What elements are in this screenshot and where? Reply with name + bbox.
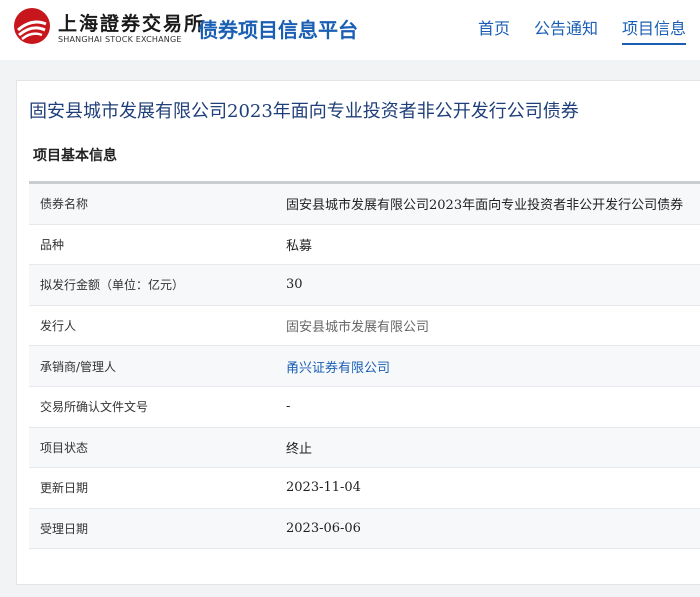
project-title: 固安县城市发展有限公司2023年面向专业投资者非公开发行公司债券 bbox=[29, 101, 579, 122]
accept-date-value: 2023-06-06 bbox=[286, 521, 361, 537]
issuer-value: 固安县城市发展有限公司 bbox=[286, 320, 430, 336]
info-table: 债券名称 固安县城市发展有限公司2023年面向专业投资者非公开发行公司债券 品种… bbox=[29, 181, 700, 550]
underwriter-link[interactable]: 甬兴证券有限公司 bbox=[286, 357, 700, 376]
table-row: 品种 私募 bbox=[29, 224, 700, 266]
row-label: 拟发行金额（单位：亿元） bbox=[40, 278, 185, 293]
table-row: 发行人 固安县城市发展有限公司 bbox=[29, 305, 700, 347]
sse-emblem-icon bbox=[14, 8, 50, 44]
logo-chinese-name: 上海證券交易所 bbox=[58, 13, 206, 35]
table-row: 债券名称 固安县城市发展有限公司2023年面向专业投资者非公开发行公司债券 bbox=[29, 184, 700, 225]
nav-project-info[interactable]: 项目信息 bbox=[621, 15, 686, 45]
logo-english-name: SHANGHAI STOCK EXCHANGE bbox=[58, 35, 182, 44]
update-date-value: 2023-11-04 bbox=[286, 480, 361, 496]
table-row: 更新日期 2023-11-04 bbox=[29, 468, 700, 509]
row-label: 受理日期 bbox=[40, 522, 89, 537]
sse-logo[interactable]: 上海證券交易所 SHANGHAI STOCK EXCHANGE bbox=[12, 6, 203, 48]
table-row: 拟发行金额（单位：亿元） 30 bbox=[29, 265, 700, 306]
row-value: 私募 bbox=[286, 238, 313, 254]
row-label: 更新日期 bbox=[40, 481, 89, 496]
row-label: 品种 bbox=[40, 237, 65, 252]
platform-title: 债券项目信息平台 bbox=[198, 18, 358, 42]
section-title: 项目基本信息 bbox=[33, 148, 117, 164]
project-card: 固安县城市发展有限公司2023年面向专业投资者非公开发行公司债券 项目基本信息 … bbox=[16, 80, 700, 585]
main-nav: 首页 公告通知 项目信息 bbox=[478, 15, 686, 45]
row-label: 发行人 bbox=[40, 319, 77, 334]
table-row: 受理日期 2023-06-06 bbox=[29, 508, 700, 550]
table-row: 承销商/管理人 甬兴证券有限公司 bbox=[29, 346, 700, 387]
row-label: 债券名称 bbox=[40, 197, 89, 212]
row-label: 项目状态 bbox=[40, 440, 89, 455]
nav-home[interactable]: 首页 bbox=[478, 15, 510, 45]
nav-announcements[interactable]: 公告通知 bbox=[534, 15, 598, 45]
status-value: 终止 bbox=[286, 441, 313, 457]
row-value: 30 bbox=[286, 277, 303, 293]
row-label: 承销商/管理人 bbox=[40, 359, 117, 374]
row-label: 交易所确认文件文号 bbox=[40, 400, 149, 415]
row-value: - bbox=[286, 399, 291, 415]
table-row: 项目状态 终止 bbox=[29, 427, 700, 469]
table-row: 交易所确认文件文号 - bbox=[29, 386, 700, 428]
row-value: 固安县城市发展有限公司2023年面向专业投资者非公开发行公司债券 bbox=[286, 198, 684, 214]
site-header: 上海證券交易所 SHANGHAI STOCK EXCHANGE 债券项目信息平台… bbox=[0, 0, 700, 60]
